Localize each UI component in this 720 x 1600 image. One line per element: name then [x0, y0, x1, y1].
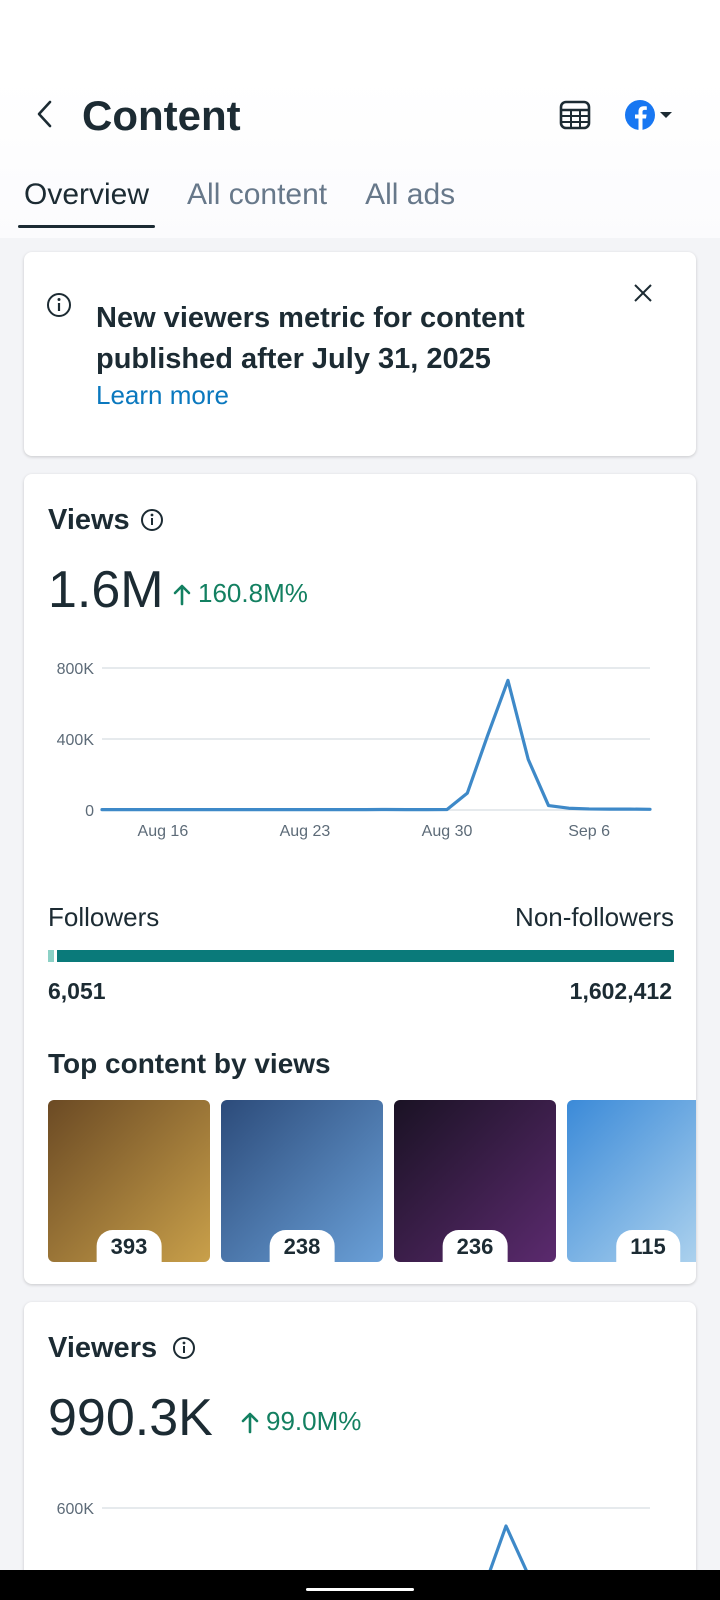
top-content-title: Top content by views [48, 1048, 331, 1079]
y-tick-label: 400K [57, 732, 95, 749]
status-bar-area [0, 0, 720, 78]
thumbnail-view-count: 393 [96, 1230, 162, 1262]
home-gesture-handle[interactable] [306, 1588, 414, 1591]
info-icon [47, 293, 71, 317]
views-delta-text: 160.8M% [198, 578, 308, 608]
content-thumbnail[interactable]: 236 [394, 1100, 556, 1262]
close-icon[interactable] [630, 280, 656, 306]
viewers-value: 990.3K [48, 1389, 213, 1447]
y-tick-label: 0 [85, 803, 94, 820]
thumbnail-view-count: 115 [616, 1230, 680, 1262]
top-content-carousel[interactable]: 393 238 236 115 [48, 1100, 696, 1262]
views-series-line[interactable] [100, 678, 652, 812]
notice-card: New viewers metric for content published… [24, 252, 696, 456]
views-card: Views 1.6M 160.8M% 800K 400K 0 Aug 16 Aug 23… [24, 474, 696, 1284]
y-tick-label: 600K [57, 1501, 95, 1518]
tab-bar: Overview All content All ads [18, 172, 487, 228]
page-title: Content [82, 92, 241, 139]
table-icon[interactable] [558, 98, 592, 132]
info-icon[interactable] [140, 508, 164, 532]
info-icon[interactable] [172, 1336, 196, 1360]
tab-all-ads[interactable]: All ads [359, 172, 461, 228]
views-value: 1.6M [48, 561, 164, 619]
x-tick-label: Aug 30 [422, 823, 473, 840]
system-nav-bar [0, 1570, 720, 1600]
tab-overview[interactable]: Overview [18, 172, 156, 228]
followers-bar-segment [48, 950, 54, 962]
followers-label: Followers [48, 902, 160, 932]
viewers-series-line[interactable] [486, 1524, 529, 1572]
y-tick-label: 800K [57, 661, 95, 678]
thumbnail-view-count: 236 [442, 1230, 508, 1262]
arrow-up-icon [241, 1412, 259, 1433]
chevron-down-icon [660, 112, 672, 118]
non-followers-label: Non-followers [515, 902, 674, 932]
account-switcher[interactable] [624, 98, 684, 132]
notice-text: New viewers metric for content published… [96, 302, 525, 375]
content-thumbnail[interactable]: 115 [567, 1100, 696, 1262]
viewers-chart: 600K [57, 1501, 650, 1572]
followers-value: 6,051 [48, 978, 106, 1004]
learn-more-link[interactable]: Learn more [96, 380, 229, 411]
viewers-label: Viewers [48, 1332, 158, 1364]
x-tick-label: Aug 23 [280, 823, 331, 840]
thumbnail-view-count: 238 [269, 1230, 335, 1262]
x-tick-label: Aug 16 [138, 823, 189, 840]
views-chart: 800K 400K 0 Aug 16 Aug 23 Aug 30 Sep 6 [57, 661, 652, 840]
followers-split-bar [48, 950, 674, 962]
views-label: Views [48, 504, 130, 536]
viewers-delta: 99.0M% [240, 1406, 361, 1437]
content-thumbnail[interactable]: 238 [221, 1100, 383, 1262]
x-tick-label: Sep 6 [568, 823, 610, 840]
content-thumbnail[interactable]: 393 [48, 1100, 210, 1262]
tab-all-content[interactable]: All content [181, 172, 333, 228]
back-arrow-icon[interactable] [28, 96, 64, 132]
non-followers-bar-segment [57, 950, 674, 962]
arrow-up-icon [173, 584, 191, 605]
views-delta: 160.8M% [172, 578, 308, 609]
non-followers-value: 1,602,412 [569, 978, 672, 1004]
viewers-card: Viewers 990.3K 99.0M% 600K [24, 1302, 696, 1600]
viewers-delta-text: 99.0M% [266, 1406, 362, 1436]
facebook-icon [625, 100, 655, 130]
